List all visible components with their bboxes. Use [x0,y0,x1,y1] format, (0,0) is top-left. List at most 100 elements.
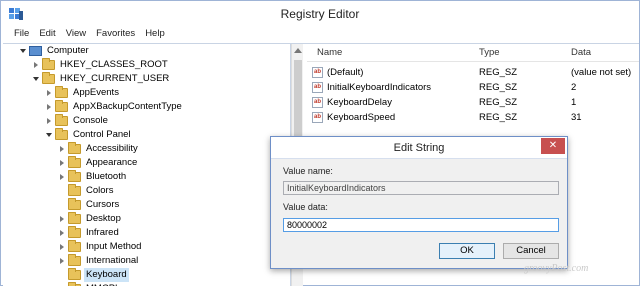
collapse-arrow-icon[interactable] [58,226,66,240]
collapse-arrow-icon[interactable] [58,240,66,254]
tree-item-label: Infrared [86,227,119,238]
value-data-field[interactable]: 80000002 [283,218,559,232]
string-value-icon: ab [312,112,323,123]
tree-item-label: Bluetooth [86,171,127,182]
menu-view[interactable]: View [61,27,91,43]
tree-item-label: Control Panel [73,129,131,140]
computer-icon [29,46,42,56]
tree-item-mmcpl[interactable]: MMCPL [58,282,122,286]
folder-icon [42,58,55,70]
list-row[interactable]: ab KeyboardDelay REG_SZ 1 [307,96,639,110]
expand-arrow-icon[interactable] [32,72,40,86]
tree-item-label: AppXBackupContentType [73,101,182,112]
column-header-data[interactable]: Data [571,47,591,58]
tree-item-colors[interactable]: Colors [58,184,115,198]
collapse-arrow-icon[interactable] [58,142,66,156]
collapse-arrow-icon[interactable] [58,170,66,184]
collapse-arrow-icon[interactable] [58,212,66,226]
tree-item-input-method[interactable]: Input Method [58,240,143,254]
collapse-arrow-icon [58,268,66,282]
tree-item-control-panel[interactable]: Control Panel [45,128,133,142]
window-title: Registry Editor [280,7,360,21]
menu-edit[interactable]: Edit [34,27,60,43]
tree-item-infrared[interactable]: Infrared [58,226,121,240]
folder-icon [68,240,81,252]
collapse-arrow-icon[interactable] [45,86,53,100]
tree-item-label: HKEY_CLASSES_ROOT [60,59,168,70]
tree-item-hkey-current-user[interactable]: HKEY_CURRENT_USER [32,72,171,86]
value-data-label: Value data: [283,202,328,212]
collapse-arrow-icon[interactable] [45,114,53,128]
tree-item-label: Desktop [86,213,121,224]
value-type-cell: REG_SZ [479,112,518,123]
tree-item-accessibility[interactable]: Accessibility [58,142,140,156]
value-name-cell: KeyboardDelay [327,97,392,108]
string-value-icon: ab [312,67,323,78]
column-header-name[interactable]: Name [317,47,342,58]
tree-item-console[interactable]: Console [45,114,110,128]
tree-item-cursors[interactable]: Cursors [58,198,121,212]
expand-arrow-icon[interactable] [45,128,53,142]
tree-item-label: Cursors [86,199,120,210]
folder-icon [42,72,55,84]
tree-item-label: AppEvents [73,87,119,98]
collapse-arrow-icon [58,198,66,212]
collapse-arrow-icon [58,282,66,286]
tree-item-hkey-classes-root[interactable]: HKEY_CLASSES_ROOT [32,58,170,72]
list-header: Name Type Data [307,44,639,62]
tree-item-label: HKEY_CURRENT_USER [60,73,170,84]
ok-button[interactable]: OK [439,243,495,259]
value-name-label: Value name: [283,166,333,176]
tree-item-appevents[interactable]: AppEvents [45,86,121,100]
collapse-arrow-icon[interactable] [58,254,66,268]
tree-item-label: Input Method [86,241,142,252]
tree-item-label: MMCPL [84,282,122,286]
list-row[interactable]: ab (Default) REG_SZ (value not set) [307,66,639,80]
list-row[interactable]: ab KeyboardSpeed REG_SZ 31 [307,111,639,125]
folder-icon [68,226,81,238]
value-name-cell: InitialKeyboardIndicators [327,82,432,93]
dialog-title: Edit String [393,142,445,154]
folder-icon [68,156,81,168]
expand-arrow-icon[interactable] [19,44,27,58]
value-type-cell: REG_SZ [479,67,518,78]
collapse-arrow-icon[interactable] [32,58,40,72]
folder-icon [68,254,81,266]
menu-bar: File Edit View Favorites Help [1,27,639,43]
value-data-cell: (value not set) [571,67,632,78]
tree-item-label: Appearance [86,157,138,168]
folder-icon [55,128,68,140]
menu-help[interactable]: Help [140,27,170,43]
dialog-title-bar: Edit String ✕ [271,137,567,159]
tree-item-label: Accessibility [86,143,138,154]
tree-item-bluetooth[interactable]: Bluetooth [58,170,128,184]
close-icon[interactable]: ✕ [541,138,565,154]
tree-item-appxbackupcontenttype[interactable]: AppXBackupContentType [45,100,184,114]
string-value-icon: ab [312,82,323,93]
tree-item-international[interactable]: International [58,254,140,268]
registry-tree: Computer HKEY_CLASSES_ROOT HKEY_CURRENT_US… [3,44,291,286]
collapse-arrow-icon[interactable] [45,100,53,114]
collapse-arrow-icon[interactable] [58,156,66,170]
scroll-up-arrow-icon[interactable] [294,48,302,53]
menu-favorites[interactable]: Favorites [91,27,140,43]
list-row[interactable]: ab InitialKeyboardIndicators REG_SZ 2 [307,81,639,95]
value-name-cell: (Default) [327,67,364,78]
tree-item-label: Keyboard [84,268,129,282]
folder-icon [55,100,68,112]
string-value-icon: ab [312,97,323,108]
value-type-cell: REG_SZ [479,97,518,108]
folder-icon [68,198,81,210]
menu-file[interactable]: File [9,27,34,43]
tree-item-keyboard[interactable]: Keyboard [58,268,129,282]
column-header-type[interactable]: Type [479,47,500,58]
folder-icon [55,86,68,98]
value-data-cell: 1 [571,97,577,108]
tree-item-desktop[interactable]: Desktop [58,212,123,226]
tree-item-computer[interactable]: Computer [19,44,91,58]
tree-item-appearance[interactable]: Appearance [58,156,139,170]
title-bar: Registry Editor [1,1,639,27]
value-name-field: InitialKeyboardIndicators [283,181,559,195]
tree-item-label: International [86,255,139,266]
cancel-button[interactable]: Cancel [503,243,559,259]
